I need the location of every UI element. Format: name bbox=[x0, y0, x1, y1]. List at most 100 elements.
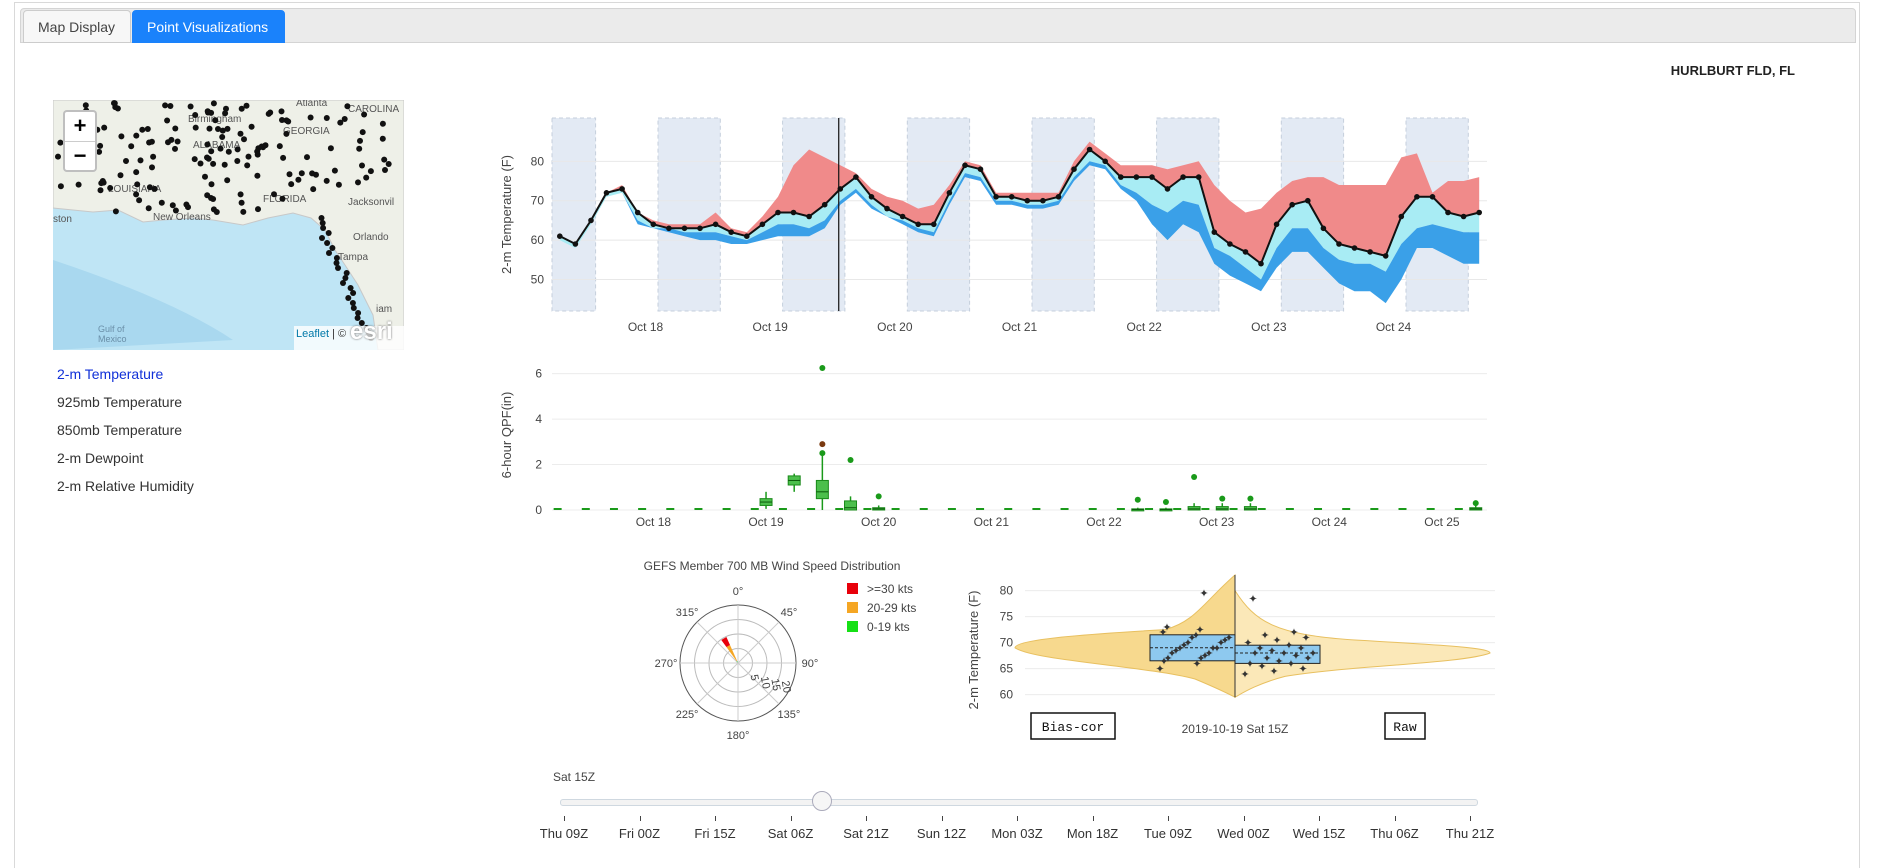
wind-rose-chart[interactable]: GEFS Member 700 MB Wind Speed Distributi… bbox=[615, 545, 945, 750]
temperature-plume-chart[interactable]: 50 60 70 80 Oct 18 Oct 19 Oct 20 Oct 21 Oct 22 Oc… bbox=[495, 110, 1495, 345]
angular-label: 90° bbox=[802, 658, 819, 670]
violin-x-label: 2019-10-19 Sat 15Z bbox=[1182, 722, 1289, 736]
qpf-outlier bbox=[1191, 474, 1198, 481]
x-tick-label: Oct 18 bbox=[628, 320, 664, 334]
station-marker bbox=[136, 197, 143, 204]
station-marker bbox=[96, 148, 103, 155]
member-point: ✦ bbox=[1255, 643, 1264, 655]
mean-point bbox=[1367, 249, 1373, 255]
mean-point bbox=[853, 174, 859, 180]
violin-chart[interactable]: 6065707580✦ ✦✦ ✦✦ ✦✦ ✦✦ ✦✦ ✦✦ ✦✦ ✦✦ ✦✦✦ ✦✦✦✦ ✦ ✦✦ ✦✦ ✦… bbox=[960, 570, 1500, 745]
station-marker bbox=[262, 142, 269, 149]
x-tick-label: Oct 24 bbox=[1312, 515, 1348, 529]
x-tick-label: Oct 20 bbox=[861, 515, 897, 529]
mean-point bbox=[946, 190, 953, 196]
zoom-in-button[interactable]: + bbox=[65, 112, 95, 142]
station-marker bbox=[107, 185, 114, 191]
mean-point bbox=[884, 205, 890, 212]
station-marker bbox=[244, 162, 251, 169]
member-point: ✦ bbox=[1240, 669, 1249, 681]
slider-tick-mark bbox=[1168, 816, 1169, 821]
station-marker bbox=[331, 167, 338, 174]
station-marker bbox=[217, 145, 224, 152]
station-marker bbox=[174, 138, 181, 145]
variable-2m-relative-humidity[interactable]: 2-m Relative Humidity bbox=[57, 476, 194, 504]
x-tick-label: Oct 24 bbox=[1376, 320, 1412, 334]
mean-point bbox=[634, 209, 641, 216]
slider-ticks: Thu 09Z Fri 00Z Fri 15Z Sat 06Z Sat 21Z Sun 1… bbox=[540, 812, 1494, 842]
wind-chart-title: GEFS Member 700 MB Wind Speed Distributi… bbox=[644, 559, 901, 573]
station-marker bbox=[144, 126, 151, 132]
angular-label: 315° bbox=[676, 607, 699, 619]
station-marker bbox=[117, 172, 124, 179]
mean-point bbox=[1086, 146, 1093, 153]
station-name: HURLBURT FLD, FL bbox=[1670, 63, 1795, 78]
slider-tick-label: Thu 09Z bbox=[539, 826, 589, 841]
legend-label: 20-29 kts bbox=[867, 601, 916, 615]
station-marker bbox=[350, 290, 357, 296]
station-marker bbox=[359, 129, 366, 136]
station-map[interactable]: AtlantaCAROLINABirminghamGEORGIAALABAMAL… bbox=[53, 100, 404, 350]
station-marker bbox=[241, 136, 247, 143]
tab-point-visualizations[interactable]: Point Visualizations bbox=[132, 10, 285, 43]
mean-point bbox=[1305, 197, 1311, 204]
station-marker bbox=[363, 174, 370, 181]
mean-point bbox=[899, 213, 906, 220]
mean-point bbox=[1040, 197, 1046, 204]
member-point: ✦ bbox=[1162, 622, 1171, 634]
time-slider-handle[interactable] bbox=[812, 791, 832, 811]
variable-850mb-temperature[interactable]: 850mb Temperature bbox=[57, 420, 194, 448]
mean-point bbox=[744, 233, 750, 239]
station-marker bbox=[255, 206, 261, 213]
qpf-box bbox=[1215, 506, 1229, 511]
x-tick-label: Oct 19 bbox=[748, 515, 784, 529]
station-marker bbox=[298, 170, 305, 177]
slider-tick-label: Mon 03Z bbox=[991, 826, 1043, 841]
station-marker bbox=[187, 103, 194, 110]
legend-label: 0-19 kts bbox=[867, 620, 910, 634]
station-marker bbox=[164, 117, 171, 124]
tab-bar bbox=[20, 8, 1856, 43]
time-slider-track[interactable] bbox=[560, 799, 1478, 806]
station-marker bbox=[324, 240, 331, 246]
variable-2m-temperature[interactable]: 2-m Temperature bbox=[57, 364, 194, 392]
mean-point bbox=[1445, 209, 1451, 216]
x-tick-label: Oct 22 bbox=[1086, 515, 1122, 529]
night-shade bbox=[1031, 117, 1095, 312]
station-marker bbox=[345, 295, 352, 301]
map-canvas[interactable]: AtlantaCAROLINABirminghamGEORGIAALABAMAL… bbox=[53, 100, 404, 350]
station-marker bbox=[128, 143, 135, 150]
station-marker bbox=[350, 305, 357, 311]
station-marker bbox=[97, 142, 104, 149]
station-marker bbox=[208, 195, 214, 201]
zoom-out-button[interactable]: − bbox=[65, 142, 95, 171]
variable-925mb-temperature[interactable]: 925mb Temperature bbox=[57, 392, 194, 420]
slider-tick-label: Thu 21Z bbox=[1445, 826, 1495, 841]
qpf-box bbox=[844, 500, 858, 511]
station-marker bbox=[192, 124, 199, 131]
slider-current-label: Sat 15Z bbox=[553, 770, 596, 784]
angular-spoke bbox=[696, 662, 739, 705]
y-tick-label: 70 bbox=[1000, 636, 1014, 650]
mean-point bbox=[1008, 194, 1015, 200]
station-marker bbox=[238, 199, 245, 206]
station-marker bbox=[379, 135, 386, 142]
variable-2m-dewpoint[interactable]: 2-m Dewpoint bbox=[57, 448, 194, 476]
legend-swatch bbox=[847, 583, 858, 594]
station-marker bbox=[213, 209, 220, 215]
station-marker bbox=[335, 265, 341, 271]
station-marker bbox=[169, 202, 176, 209]
x-tick-label: Oct 19 bbox=[752, 320, 788, 334]
slider-tick-mark bbox=[715, 816, 716, 821]
station-marker bbox=[224, 177, 231, 184]
station-marker bbox=[238, 105, 245, 112]
leaflet-link[interactable]: Leaflet bbox=[296, 328, 329, 340]
mean-point bbox=[759, 221, 766, 228]
tab-map-display[interactable]: Map Display bbox=[23, 10, 131, 43]
legend-label: >=30 kts bbox=[867, 582, 913, 596]
mean-point bbox=[1476, 209, 1482, 216]
qpf-box-chart[interactable]: 0 2 4 6 Oct 18 Oct 19 Oct 20 Oct 21 Oct 22 Oct 23… bbox=[495, 355, 1495, 535]
station-marker bbox=[325, 230, 332, 236]
qpf-outlier bbox=[1162, 499, 1169, 506]
slider-tick-mark bbox=[1319, 816, 1320, 821]
